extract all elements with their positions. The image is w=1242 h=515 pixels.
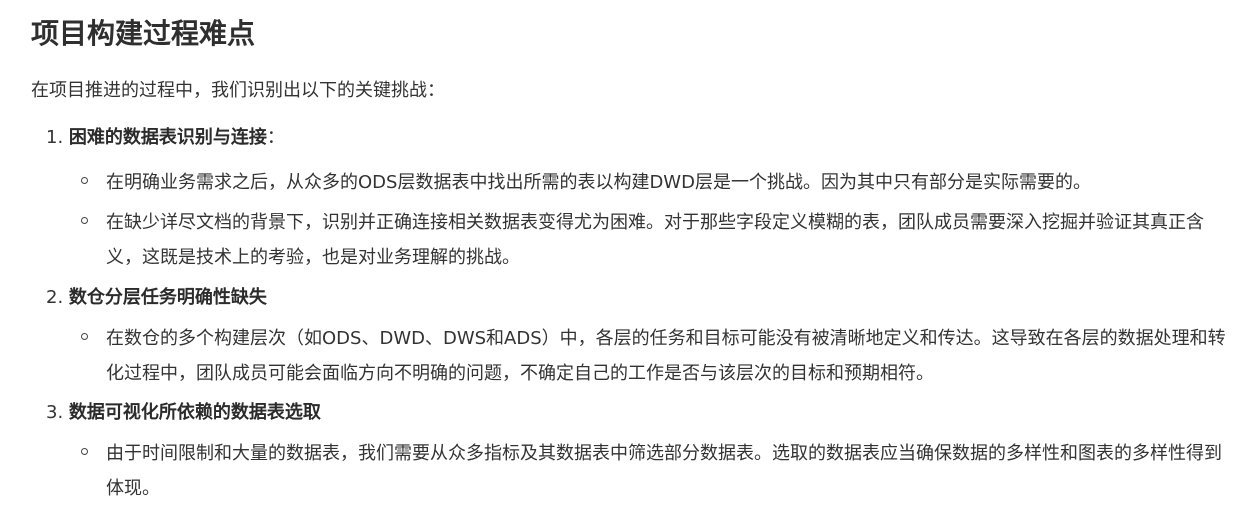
list-item-number: 1. (46, 127, 64, 148)
intro-paragraph: 在项目推进的过程中，我们识别出以下的关键挑战： (31, 80, 445, 101)
list-item-3: 3. 数据可视化所依赖的数据表选取 (46, 398, 321, 428)
list-item-number: 2. (46, 287, 64, 308)
list-item-suffix: ： (266, 127, 285, 148)
bullet-text: 在明确业务需求之后，从众多的ODS层数据表中找出所需的表以构建DWD层是一个挑战… (106, 172, 1091, 193)
bullet-text: 在缺少详尽文档的背景下，识别并正确连接相关数据表变得尤为困难。对于那些字段定义模… (106, 212, 1204, 268)
list-bullet: 在数仓的多个构建层次（如ODS、DWD、DWS和ADS）中，各层的任务和目标可能… (81, 321, 1232, 391)
bullet-text: 由于时间限制和大量的数据表，我们需要从众多指标及其数据表中筛选部分数据表。选取的… (106, 443, 1222, 499)
list-item-1: 1. 困难的数据表识别与连接： (46, 123, 285, 153)
hollow-circle-bullet-icon (81, 448, 88, 455)
list-item-number: 3. (46, 402, 64, 423)
list-bullet: 由于时间限制和大量的数据表，我们需要从众多指标及其数据表中筛选部分数据表。选取的… (81, 436, 1232, 506)
list-item-heading: 数仓分层任务明确性缺失 (68, 287, 267, 308)
hollow-circle-bullet-icon (81, 217, 88, 224)
list-item-heading: 数据可视化所依赖的数据表选取 (68, 402, 321, 423)
list-item-2: 2. 数仓分层任务明确性缺失 (46, 283, 267, 313)
page-title: 项目构建过程难点 (31, 17, 256, 50)
hollow-circle-bullet-icon (81, 333, 88, 340)
bullet-text: 在数仓的多个构建层次（如ODS、DWD、DWS和ADS）中，各层的任务和目标可能… (106, 328, 1226, 384)
list-item-heading: 困难的数据表识别与连接 (68, 127, 267, 148)
list-bullet: 在明确业务需求之后，从众多的ODS层数据表中找出所需的表以构建DWD层是一个挑战… (81, 165, 1232, 200)
list-bullet: 在缺少详尽文档的背景下，识别并正确连接相关数据表变得尤为困难。对于那些字段定义模… (81, 205, 1232, 275)
hollow-circle-bullet-icon (81, 177, 88, 184)
document: 项目构建过程难点 在项目推进的过程中，我们识别出以下的关键挑战： 1. 困难的数… (0, 0, 1242, 515)
